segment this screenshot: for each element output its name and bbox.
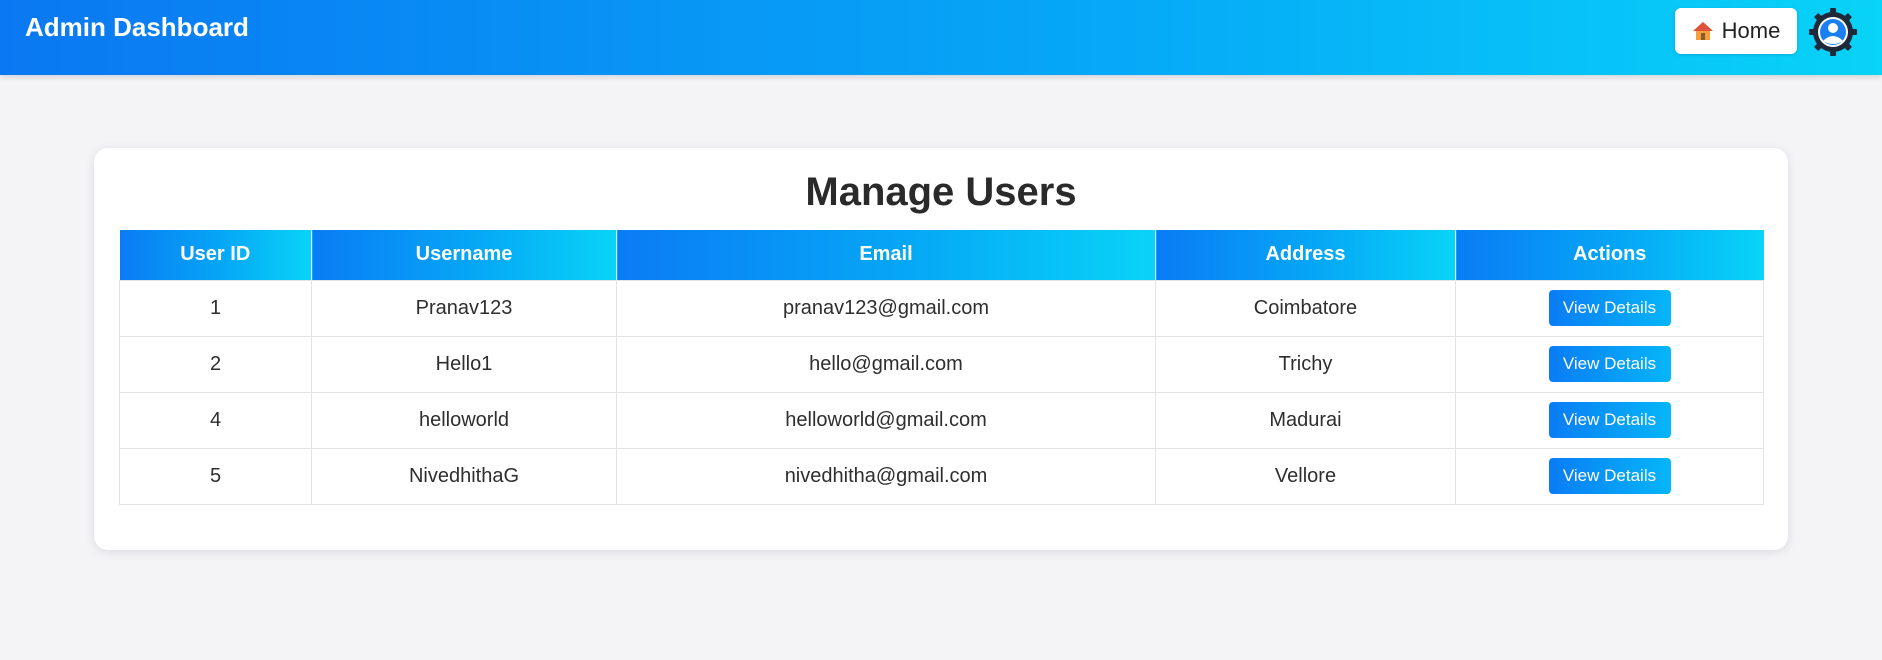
- column-header-user-id: User ID: [119, 230, 312, 280]
- cell-email: hello@gmail.com: [616, 335, 1156, 393]
- cell-username: NivedhithaG: [311, 447, 617, 505]
- cell-email: pranav123@gmail.com: [616, 279, 1156, 337]
- view-details-button[interactable]: View Details: [1548, 346, 1671, 382]
- cell-username: helloworld: [311, 391, 617, 449]
- manage-users-card: Manage Users User ID Username Email Addr…: [94, 148, 1788, 550]
- table-header-row: User ID Username Email Address Actions: [119, 230, 1764, 280]
- cell-actions: View Details: [1455, 335, 1764, 393]
- table-row: 2 Hello1 hello@gmail.com Trichy View Det…: [119, 335, 1764, 393]
- app-title: Admin Dashboard: [25, 12, 249, 42]
- top-navbar: Admin Dashboard Home: [0, 0, 1882, 75]
- cell-address: Madurai: [1155, 391, 1456, 449]
- cell-username: Hello1: [311, 335, 617, 393]
- table-row: 4 helloworld helloworld@gmail.com Madura…: [119, 391, 1764, 449]
- column-header-username: Username: [311, 230, 617, 280]
- house-icon: [1692, 21, 1714, 41]
- home-button-label: Home: [1721, 18, 1781, 43]
- view-details-button[interactable]: View Details: [1548, 290, 1671, 326]
- table-row: 1 Pranav123 pranav123@gmail.com Coimbato…: [119, 279, 1764, 337]
- cell-actions: View Details: [1455, 391, 1764, 449]
- page-title: Manage Users: [805, 170, 1077, 214]
- users-table: User ID Username Email Address Actions 1…: [119, 230, 1764, 505]
- cell-address: Coimbatore: [1155, 279, 1456, 337]
- view-details-button[interactable]: View Details: [1548, 458, 1671, 494]
- cell-user-id: 5: [119, 447, 312, 505]
- cell-address: Trichy: [1155, 335, 1456, 393]
- column-header-address: Address: [1155, 230, 1456, 280]
- cell-actions: View Details: [1455, 447, 1764, 505]
- cell-actions: View Details: [1455, 279, 1764, 337]
- column-header-email: Email: [616, 230, 1156, 280]
- table-row: 5 NivedhithaG nivedhitha@gmail.com Vello…: [119, 447, 1764, 505]
- user-settings-icon[interactable]: [1808, 7, 1858, 57]
- view-details-button[interactable]: View Details: [1548, 402, 1671, 438]
- home-button[interactable]: Home: [1675, 8, 1797, 54]
- cell-user-id: 1: [119, 279, 312, 337]
- cell-address: Vellore: [1155, 447, 1456, 505]
- cell-username: Pranav123: [311, 279, 617, 337]
- cell-email: helloworld@gmail.com: [616, 391, 1156, 449]
- cell-user-id: 2: [119, 335, 312, 393]
- cell-email: nivedhitha@gmail.com: [616, 447, 1156, 505]
- cell-user-id: 4: [119, 391, 312, 449]
- column-header-actions: Actions: [1455, 230, 1764, 280]
